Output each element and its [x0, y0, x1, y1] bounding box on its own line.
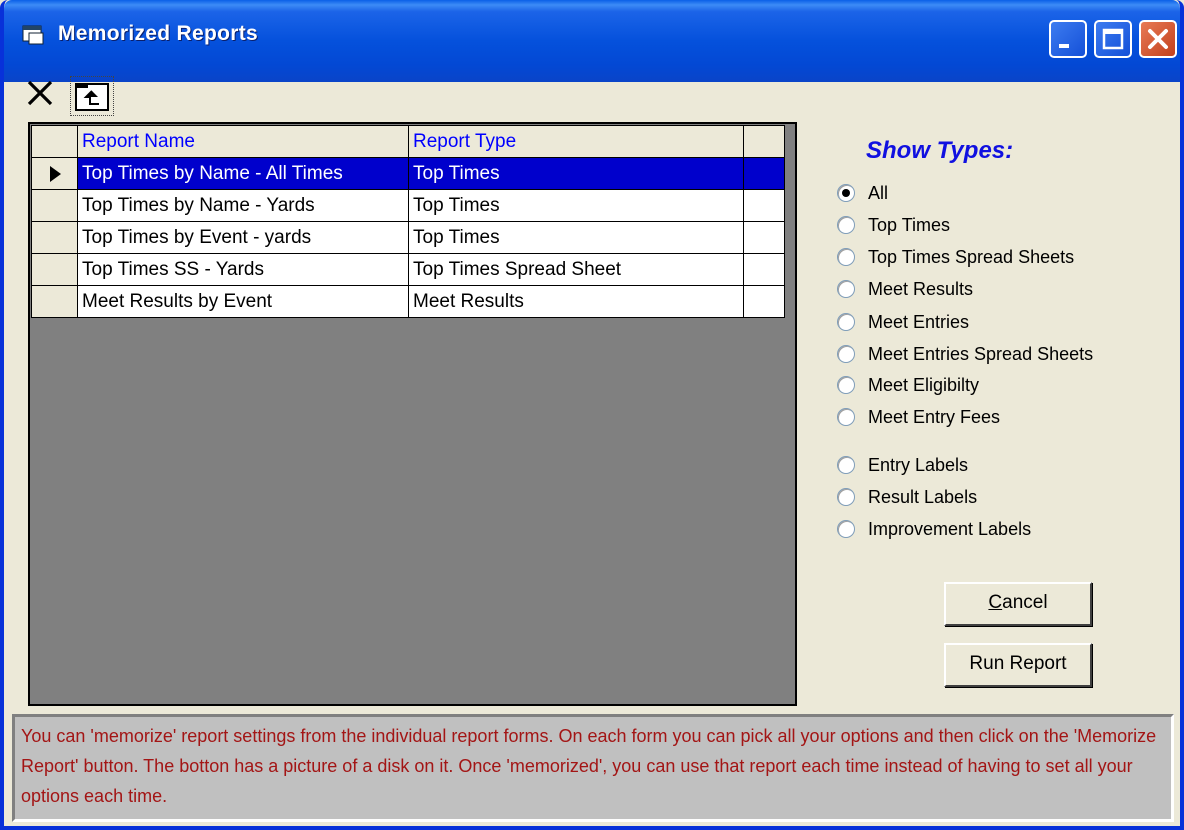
radio-button-icon[interactable] — [837, 488, 855, 506]
radio-all[interactable]: All — [837, 180, 888, 206]
minimize-button[interactable] — [1049, 20, 1087, 58]
reports-table: Report Name Report Type Top Times by Nam… — [31, 125, 785, 318]
column-header-report-name[interactable]: Report Name — [77, 125, 409, 158]
close-button[interactable] — [1139, 20, 1177, 58]
table-row[interactable]: Top Times by Name - Yards Top Times — [31, 189, 785, 222]
report-type-cell[interactable]: Top Times — [408, 157, 744, 190]
radio-label: Meet Entry Fees — [868, 406, 1001, 427]
maximize-button[interactable] — [1094, 20, 1132, 58]
extra-cell — [743, 189, 785, 222]
radio-improvement-labels[interactable]: Improvement Labels — [837, 516, 1031, 542]
radio-entry-labels[interactable]: Entry Labels — [837, 452, 968, 478]
report-type-cell[interactable]: Meet Results — [408, 285, 744, 318]
radio-button-icon[interactable] — [837, 184, 855, 202]
table-row[interactable]: Meet Results by Event Meet Results — [31, 285, 785, 318]
column-header-report-type[interactable]: Report Type — [408, 125, 744, 158]
x-icon[interactable] — [26, 79, 56, 107]
radio-meet-entry-fees[interactable]: Meet Entry Fees — [837, 404, 1000, 430]
table-row[interactable]: Top Times SS - Yards Top Times Spread Sh… — [31, 253, 785, 286]
radio-meet-entries-spread-sheets[interactable]: Meet Entries Spread Sheets — [837, 341, 1093, 367]
folder-up-button[interactable] — [70, 76, 114, 116]
radio-label: Top Times Spread Sheets — [868, 246, 1075, 267]
show-types-title: Show Types: — [866, 137, 1014, 164]
table-row[interactable]: Top Times by Name - All Times Top Times — [31, 157, 785, 190]
extra-cell — [743, 221, 785, 254]
radio-label: Top Times — [868, 214, 951, 235]
report-name-cell[interactable]: Meet Results by Event — [77, 285, 409, 318]
radio-label: Entry Labels — [868, 454, 969, 475]
folder-up-icon — [75, 83, 109, 111]
radio-button-icon[interactable] — [837, 345, 855, 363]
radio-button-icon[interactable] — [837, 376, 855, 394]
header-selector-cell — [31, 125, 78, 158]
title-bar[interactable]: Memorized Reports — [4, 0, 1180, 82]
radio-label: Meet Entries Spread Sheets — [868, 343, 1094, 364]
radio-button-icon[interactable] — [837, 408, 855, 426]
minimize-icon — [1059, 44, 1069, 48]
radio-button-icon[interactable] — [837, 280, 855, 298]
run-report-button[interactable]: Run Report — [944, 643, 1092, 687]
radio-label: All — [868, 182, 889, 203]
column-header-extra — [743, 125, 785, 158]
row-selector[interactable] — [31, 253, 78, 286]
radio-button-icon[interactable] — [837, 313, 855, 331]
maximize-icon — [1102, 28, 1124, 50]
radio-label: Meet Results — [868, 278, 974, 299]
report-name-cell[interactable]: Top Times by Name - All Times — [77, 157, 409, 190]
extra-cell — [743, 157, 785, 190]
table-header: Report Name Report Type — [31, 125, 785, 158]
row-selector[interactable] — [31, 189, 78, 222]
row-selector[interactable] — [31, 285, 78, 318]
radio-dot-icon — [842, 189, 850, 197]
info-panel: You can 'memorize' report settings from … — [12, 714, 1174, 822]
radio-top-times[interactable]: Top Times — [837, 212, 950, 238]
table-row[interactable]: Top Times by Event - yards Top Times — [31, 221, 785, 254]
cancel-button[interactable]: Cancel — [944, 582, 1092, 626]
radio-button-icon[interactable] — [837, 520, 855, 538]
report-name-cell[interactable]: Top Times SS - Yards — [77, 253, 409, 286]
radio-button-icon[interactable] — [837, 216, 855, 234]
radio-label: Improvement Labels — [868, 518, 1032, 539]
radio-label: Meet Eligibilty — [868, 374, 980, 395]
extra-cell — [743, 285, 785, 318]
reports-grid[interactable]: Report Name Report Type Top Times by Nam… — [28, 122, 797, 706]
radio-top-times-spread-sheets[interactable]: Top Times Spread Sheets — [837, 244, 1074, 270]
row-selector[interactable] — [31, 157, 78, 190]
radio-button-icon[interactable] — [837, 456, 855, 474]
report-name-cell[interactable]: Top Times by Name - Yards — [77, 189, 409, 222]
extra-cell — [743, 253, 785, 286]
radio-meet-entries[interactable]: Meet Entries — [837, 309, 969, 335]
radio-meet-eligibility[interactable]: Meet Eligibilty — [837, 372, 979, 398]
radio-result-labels[interactable]: Result Labels — [837, 484, 977, 510]
window-icon — [22, 25, 44, 45]
report-name-cell[interactable]: Top Times by Event - yards — [77, 221, 409, 254]
row-pointer-icon — [50, 165, 61, 182]
report-type-cell[interactable]: Top Times — [408, 189, 744, 222]
report-type-cell[interactable]: Top Times — [408, 221, 744, 254]
report-type-cell[interactable]: Top Times Spread Sheet — [408, 253, 744, 286]
memorized-reports-window: Memorized Reports Report Name Report Typ… — [0, 0, 1184, 830]
radio-button-icon[interactable] — [837, 248, 855, 266]
radio-label: Result Labels — [868, 486, 978, 507]
radio-label: Meet Entries — [868, 311, 970, 332]
radio-meet-results[interactable]: Meet Results — [837, 276, 973, 302]
window-title: Memorized Reports — [58, 22, 258, 45]
row-selector[interactable] — [31, 221, 78, 254]
close-icon — [1148, 29, 1168, 49]
